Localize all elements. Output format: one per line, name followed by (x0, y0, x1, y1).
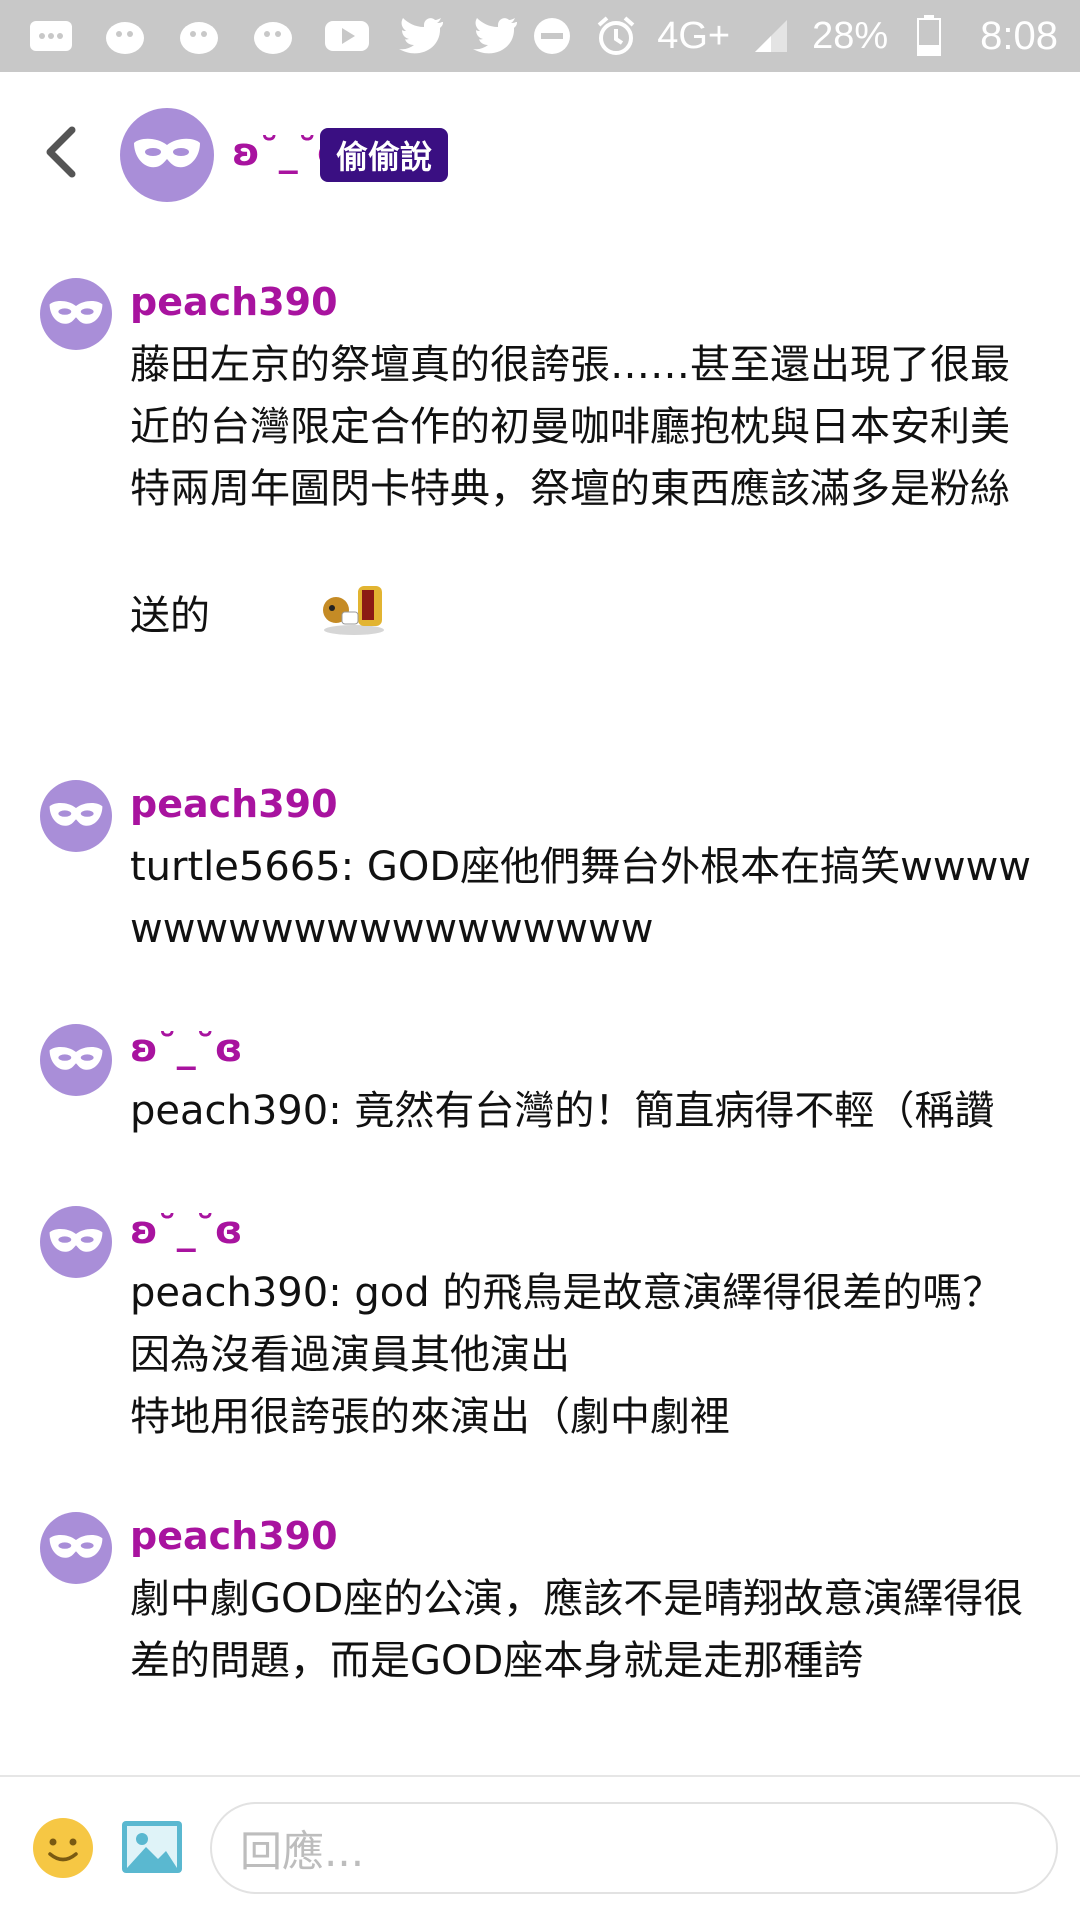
message: peach390 turtle5665: GOD座他們舞台外根本在搞笑wwwww… (0, 772, 1080, 960)
message-author: ʚ˘_˘ɞ (130, 1208, 243, 1252)
twitter-icon (398, 16, 444, 56)
back-button[interactable] (30, 122, 90, 182)
message: ʚ˘_˘ɞ peach390: 竟然有台灣的！簡直病得不輕（稱讚 (0, 1016, 1080, 1142)
message-text: 劇中劇GOD座的公演，應該不是晴翔故意演繹得很差的問題，而是GOD座本身就是走那… (130, 1576, 1024, 1684)
message-text: peach390: god 的飛鳥是故意演繹得很差的嗎？ 因為沒看過演員其他演出… (130, 1270, 1003, 1440)
message-author: ʚ˘_˘ɞ (130, 1026, 243, 1070)
mask-icon (134, 138, 200, 168)
avatar[interactable] (40, 1206, 112, 1278)
mask-icon (49, 300, 103, 324)
mask-icon (49, 802, 103, 826)
message: peach390 劇中劇GOD座的公演，應該不是晴翔故意演繹得很差的問題，而是G… (0, 1504, 1080, 1692)
battery-icon (906, 15, 952, 56)
status-bar: 4G+ 28% 8:08 (0, 0, 1080, 72)
reply-input[interactable]: 回應... (210, 1802, 1058, 1894)
sticker-icon (216, 520, 390, 716)
system-indicators: 4G+ 28% 8:08 (529, 14, 1080, 59)
avatar[interactable] (40, 780, 112, 852)
composer-bar: 回應... (0, 1775, 1080, 1922)
clock: 8:08 (980, 13, 1058, 58)
message-text: peach390: 竟然有台灣的！簡直病得不輕（稱讚 (130, 1088, 995, 1134)
message-author: peach390 (130, 280, 338, 324)
notification-icons (0, 16, 518, 56)
twitter-icon (472, 16, 518, 56)
emoji-button[interactable] (32, 1817, 94, 1879)
chevron-left-icon (46, 126, 76, 178)
ghost-icon (250, 16, 296, 56)
battery-percent: 28% (812, 14, 889, 57)
smiley-icon (33, 1818, 93, 1878)
avatar[interactable] (40, 278, 112, 350)
youtube-icon (324, 16, 370, 56)
message-icon (28, 16, 74, 56)
chat-header: ʚ˘_˘ɞ 偷偷說 (0, 72, 1080, 242)
message-text: turtle5665: GOD座他們舞台外根本在搞笑wwwwwwwwwwwwww… (130, 844, 1032, 952)
message: ʚ˘_˘ɞ peach390: god 的飛鳥是故意演繹得很差的嗎？ 因為沒看過… (0, 1198, 1080, 1448)
mask-icon (49, 1046, 103, 1070)
image-icon (122, 1821, 182, 1873)
message-author: peach390 (130, 782, 338, 826)
do-not-disturb-icon (529, 16, 575, 56)
signal-icon (748, 16, 794, 56)
message-list[interactable]: peach390 藤田左京的祭壇真的很誇張……甚至還出現了很最近的台灣限定合作的… (0, 270, 1080, 1772)
message: peach390 藤田左京的祭壇真的很誇張……甚至還出現了很最近的台灣限定合作的… (0, 270, 1080, 716)
secret-talk-badge: 偷偷說 (320, 128, 449, 182)
ghost-icon (176, 16, 222, 56)
mask-icon (49, 1534, 103, 1558)
mask-icon (49, 1228, 103, 1252)
message-author: peach390 (130, 1514, 338, 1558)
message-body: 藤田左京的祭壇真的很誇張……甚至還出現了很最近的台灣限定合作的初曼咖啡廳抱枕與日… (130, 334, 1040, 716)
image-button[interactable] (120, 1815, 184, 1879)
alarm-icon (593, 16, 639, 56)
avatar[interactable] (40, 1024, 112, 1096)
network-type: 4G+ (657, 14, 731, 57)
avatar[interactable] (120, 108, 214, 202)
avatar[interactable] (40, 1512, 112, 1584)
ghost-icon (102, 16, 148, 56)
